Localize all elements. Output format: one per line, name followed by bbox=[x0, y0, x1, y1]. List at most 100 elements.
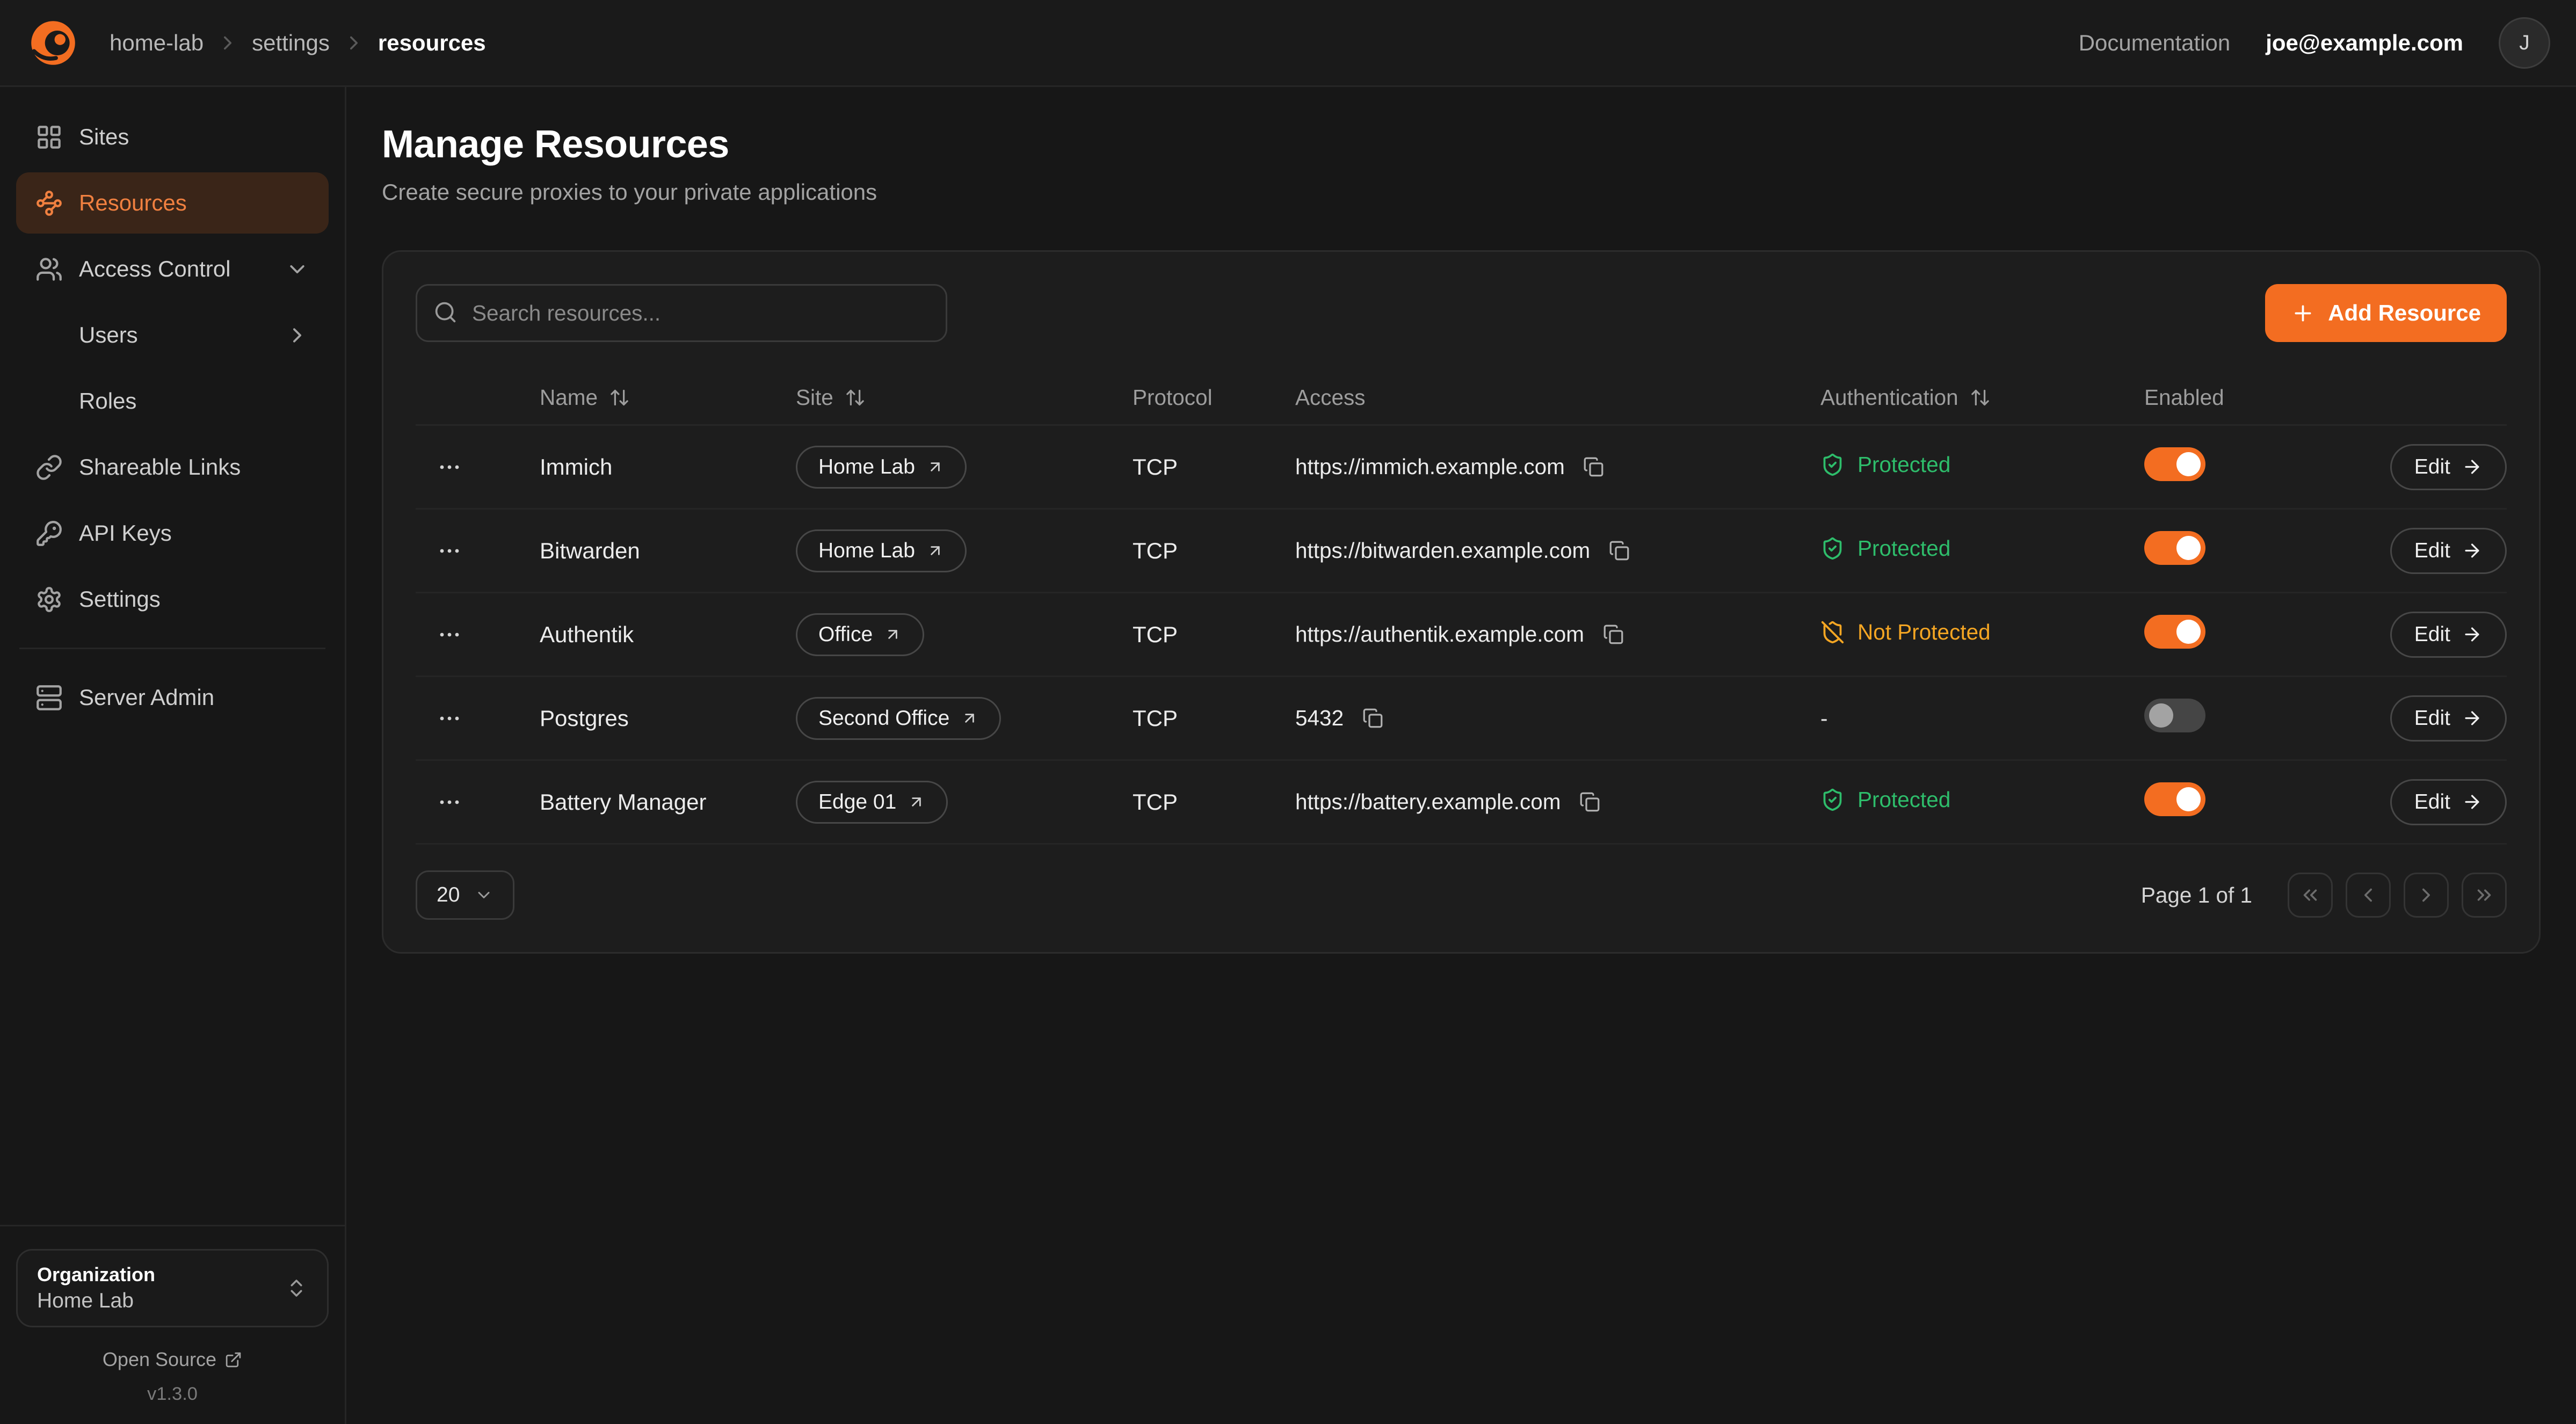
enabled-toggle[interactable] bbox=[2144, 531, 2205, 565]
copy-button[interactable] bbox=[1353, 699, 1392, 738]
documentation-link[interactable]: Documentation bbox=[2079, 30, 2231, 56]
page-size-select[interactable]: 20 bbox=[416, 870, 514, 920]
enabled-toggle[interactable] bbox=[2144, 699, 2205, 732]
resource-access: https://immich.example.com bbox=[1295, 454, 1565, 479]
last-page-button[interactable] bbox=[2462, 873, 2507, 918]
resource-name: Immich bbox=[506, 454, 796, 480]
version-label: v1.3.0 bbox=[16, 1384, 329, 1405]
toggle-knob bbox=[2176, 452, 2201, 476]
sidebar: Sites Resources Access Control Users Rol… bbox=[0, 87, 346, 1424]
resource-access: 5432 bbox=[1295, 706, 1344, 731]
copy-icon bbox=[1583, 456, 1604, 477]
open-source-label: Open Source bbox=[103, 1348, 216, 1371]
chevron-right-icon bbox=[343, 32, 365, 54]
table-row: Battery Manager Edge 01 TCP https://batt… bbox=[416, 761, 2507, 845]
arrow-right-icon bbox=[2462, 791, 2483, 812]
add-resource-button[interactable]: Add Resource bbox=[2265, 284, 2507, 342]
sidebar-item-api-keys[interactable]: API Keys bbox=[16, 503, 329, 564]
enabled-toggle[interactable] bbox=[2144, 447, 2205, 481]
column-label: Enabled bbox=[2144, 385, 2224, 410]
next-page-button[interactable] bbox=[2404, 873, 2449, 918]
sidebar-item-access-control[interactable]: Access Control bbox=[16, 238, 329, 300]
row-actions-button[interactable] bbox=[425, 694, 474, 743]
row-actions-button[interactable] bbox=[425, 443, 474, 491]
sidebar-item-label: Settings bbox=[79, 586, 161, 612]
site-link[interactable]: Edge 01 bbox=[796, 781, 948, 824]
sidebar-item-roles[interactable]: Roles bbox=[16, 370, 329, 432]
authentication-label: Protected bbox=[1857, 787, 1950, 812]
shield-check-icon bbox=[1820, 536, 1845, 561]
site-name: Second Office bbox=[818, 707, 949, 730]
sidebar-item-shareable-links[interactable]: Shareable Links bbox=[16, 437, 329, 498]
organization-picker[interactable]: Organization Home Lab bbox=[16, 1249, 329, 1327]
app-logo[interactable] bbox=[26, 16, 81, 70]
breadcrumb-org[interactable]: home-lab bbox=[110, 30, 204, 56]
authentication-status: Protected bbox=[1820, 452, 1950, 477]
sidebar-item-label: Resources bbox=[79, 190, 187, 216]
sidebar-item-server-admin[interactable]: Server Admin bbox=[16, 667, 329, 728]
edit-button[interactable]: Edit bbox=[2390, 444, 2507, 490]
row-actions-button[interactable] bbox=[425, 611, 474, 659]
table-body: Immich Home Lab TCP https://immich.examp… bbox=[416, 426, 2507, 845]
column-label: Protocol bbox=[1133, 385, 1213, 410]
sidebar-item-settings[interactable]: Settings bbox=[16, 569, 329, 630]
copy-button[interactable] bbox=[1594, 615, 1632, 654]
sidebar-item-label: Sites bbox=[79, 124, 129, 150]
column-header-name[interactable]: Name bbox=[506, 385, 796, 410]
toggle-knob bbox=[2176, 536, 2201, 560]
site-name: Office bbox=[818, 623, 873, 646]
search-input[interactable] bbox=[416, 284, 947, 342]
edit-button[interactable]: Edit bbox=[2390, 528, 2507, 574]
resource-protocol: TCP bbox=[1133, 538, 1295, 564]
enabled-toggle[interactable] bbox=[2144, 615, 2205, 649]
edit-label: Edit bbox=[2414, 623, 2450, 646]
resource-protocol: TCP bbox=[1133, 789, 1295, 815]
table-row: Postgres Second Office TCP 5432 - bbox=[416, 677, 2507, 761]
organization-value: Home Lab bbox=[37, 1289, 155, 1313]
copy-icon bbox=[1603, 624, 1624, 645]
first-page-button[interactable] bbox=[2288, 873, 2333, 918]
edit-button[interactable]: Edit bbox=[2390, 695, 2507, 742]
avatar[interactable]: J bbox=[2499, 17, 2550, 69]
resource-name: Postgres bbox=[506, 706, 796, 731]
arrow-up-right-icon bbox=[884, 626, 902, 643]
sidebar-item-sites[interactable]: Sites bbox=[16, 106, 329, 168]
add-resource-label: Add Resource bbox=[2328, 300, 2481, 326]
user-email[interactable]: joe@example.com bbox=[2266, 30, 2463, 56]
edit-button[interactable]: Edit bbox=[2390, 612, 2507, 658]
ellipsis-icon bbox=[437, 454, 462, 480]
previous-page-button[interactable] bbox=[2346, 873, 2391, 918]
site-link[interactable]: Second Office bbox=[796, 697, 1001, 740]
sidebar-footer: Organization Home Lab Open Source v1.3.0 bbox=[0, 1225, 345, 1424]
shield-check-icon bbox=[1820, 453, 1845, 477]
copy-button[interactable] bbox=[1574, 448, 1613, 486]
authentication-status: Protected bbox=[1820, 536, 1950, 561]
breadcrumb-settings[interactable]: settings bbox=[252, 30, 330, 56]
site-link[interactable]: Office bbox=[796, 613, 924, 656]
enabled-toggle[interactable] bbox=[2144, 782, 2205, 816]
site-link[interactable]: Home Lab bbox=[796, 529, 967, 572]
row-actions-button[interactable] bbox=[425, 778, 474, 826]
row-actions-button[interactable] bbox=[425, 527, 474, 575]
page-size-value: 20 bbox=[437, 883, 460, 907]
edit-label: Edit bbox=[2414, 707, 2450, 730]
column-header-site[interactable]: Site bbox=[796, 385, 1133, 410]
copy-button[interactable] bbox=[1600, 532, 1638, 570]
chevron-right-icon bbox=[285, 323, 309, 347]
sidebar-item-users[interactable]: Users bbox=[16, 304, 329, 366]
toggle-knob bbox=[2176, 787, 2201, 811]
edit-button[interactable]: Edit bbox=[2390, 779, 2507, 825]
resource-access: https://authentik.example.com bbox=[1295, 622, 1584, 647]
site-link[interactable]: Home Lab bbox=[796, 446, 967, 489]
arrow-up-right-icon bbox=[926, 542, 944, 560]
authentication-label: Protected bbox=[1857, 452, 1950, 477]
copy-button[interactable] bbox=[1570, 783, 1609, 822]
external-link-icon bbox=[224, 1351, 242, 1369]
chevron-down-icon bbox=[285, 257, 309, 281]
sidebar-item-resources[interactable]: Resources bbox=[16, 172, 329, 234]
resources-table: Name Site Protocol Access Authentication bbox=[416, 371, 2507, 845]
open-source-link[interactable]: Open Source bbox=[16, 1348, 329, 1371]
edit-label: Edit bbox=[2414, 455, 2450, 479]
column-header-authentication[interactable]: Authentication bbox=[1820, 385, 2144, 410]
pagination: Page 1 of 1 bbox=[2141, 873, 2507, 918]
